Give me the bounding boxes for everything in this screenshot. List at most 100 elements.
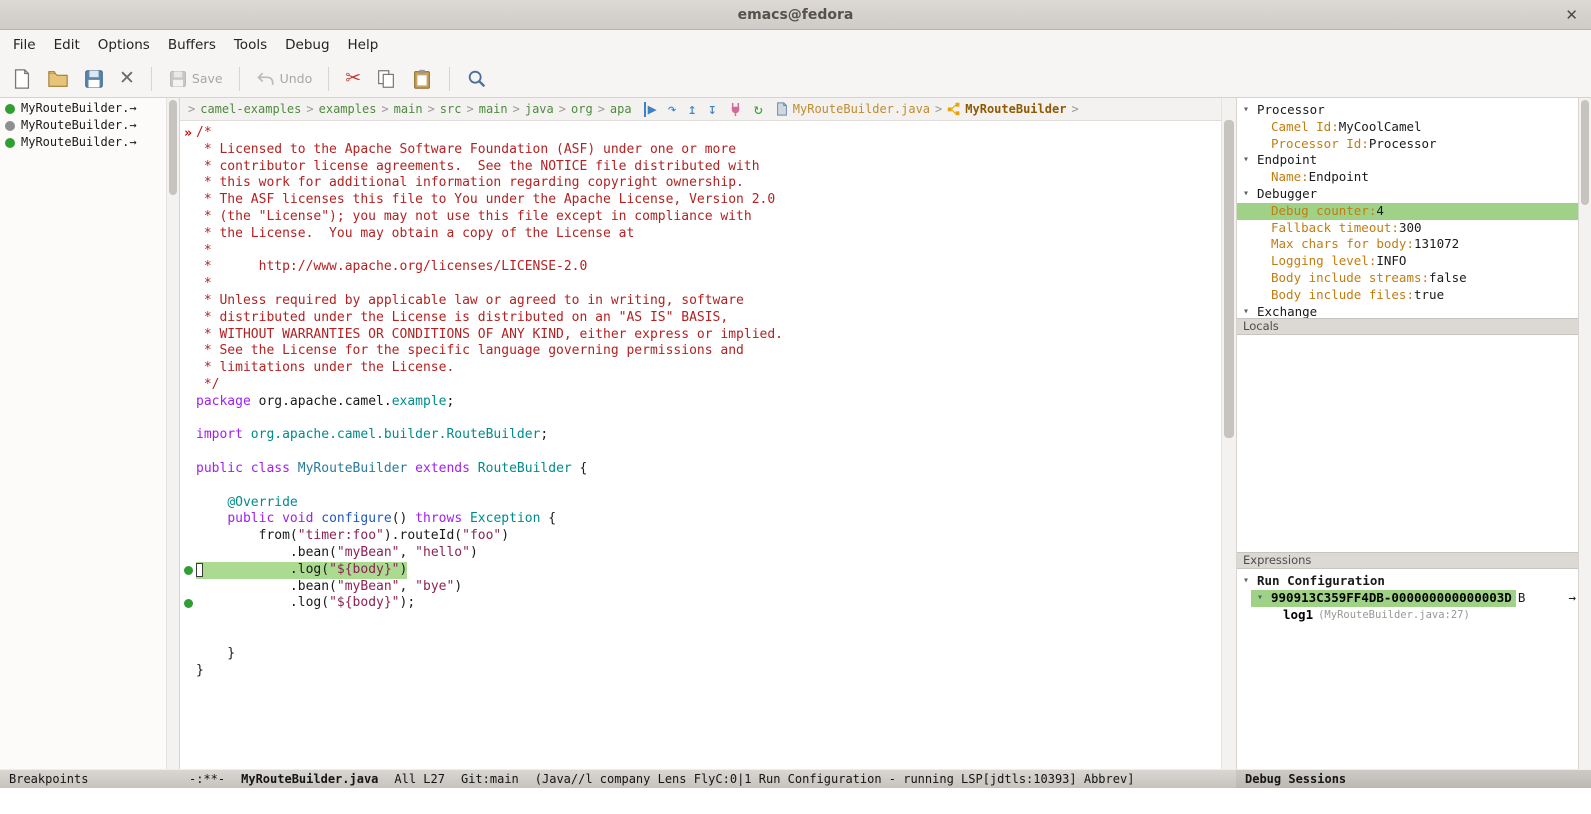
step-over-icon[interactable]: ↷ [668,102,677,117]
breadcrumb-segment[interactable]: apa [610,102,632,116]
scrollbar-thumb[interactable] [1581,100,1589,205]
tree-node-debugger[interactable]: ▾Debugger [1237,186,1578,203]
undo-button[interactable]: Undo [253,67,316,91]
code-text[interactable]: } [196,646,235,663]
code-line[interactable]: .log("${body}") [180,562,1221,579]
code-line[interactable]: */ [180,377,1221,394]
code-text[interactable]: * [196,276,212,293]
collapse-caret-icon[interactable]: ▾ [1243,152,1254,169]
code-line[interactable]: package org.apache.camel.example; [180,394,1221,411]
debug-sessions-header[interactable]: Debug Sessions [1236,769,1591,788]
session-details-tree[interactable]: ▾ProcessorCamel Id: MyCoolCamelProcessor… [1237,98,1578,318]
collapse-caret-icon[interactable]: ▾ [1243,186,1254,203]
code-line[interactable] [180,411,1221,428]
code-text[interactable]: public class MyRouteBuilder extends Rout… [196,461,587,478]
breakpoint-list-item[interactable]: MyRouteBuilder.→ [0,100,166,117]
titlebar[interactable]: emacs@fedora ✕ [0,0,1591,30]
modeline-modes[interactable]: (Java//l company Lens FlyC:0|1 Run Confi… [535,770,1135,788]
breadcrumb-symbol-segment[interactable]: MyRouteBuilder [947,102,1066,116]
code-line[interactable]: »/* [180,125,1221,142]
save-button[interactable]: Save [165,67,226,91]
code-line[interactable]: * the License. You may obtain a copy of … [180,226,1221,243]
collapse-caret-icon[interactable]: ▾ [1257,590,1268,607]
code-text[interactable]: /* [196,125,212,142]
code-text[interactable]: * http://www.apache.org/licenses/LICENSE… [196,259,587,276]
code-line[interactable]: * [180,276,1221,293]
code-text[interactable]: * (the "License"); you may not use this … [196,209,752,226]
code-line[interactable] [180,478,1221,495]
tree-field-row[interactable]: Name: Endpoint [1237,169,1578,186]
code-text[interactable]: * limitations under the License. [196,360,454,377]
breakpoint-dot-icon[interactable] [184,599,193,608]
collapse-caret-icon[interactable]: ▾ [1243,102,1254,119]
code-line[interactable]: @Override [180,495,1221,512]
close-buffer-button[interactable]: ✕ [116,67,138,90]
code-line[interactable]: public class MyRouteBuilder extends Rout… [180,461,1221,478]
code-line[interactable]: * (the "License"); you may not use this … [180,209,1221,226]
restart-icon[interactable]: ↻ [754,102,763,117]
code-text[interactable]: package org.apache.camel.example; [196,394,454,411]
code-text[interactable]: */ [196,377,219,394]
code-line[interactable]: * this work for additional information r… [180,175,1221,192]
tree-field-row[interactable]: Debug counter: 4 [1237,203,1578,220]
tree-node-endpoint[interactable]: ▾Endpoint [1237,152,1578,169]
code-line[interactable]: * WITHOUT WARRANTIES OR CONDITIONS OF AN… [180,327,1221,344]
breadcrumb-file-segment[interactable]: MyRouteBuilder.java [775,102,930,116]
tree-node-run-configuration[interactable]: ▾ Run Configuration [1237,573,1578,590]
code-text[interactable]: * the License. You may obtain a copy of … [196,226,634,243]
code-text[interactable]: * this work for additional information r… [196,175,744,192]
modeline-buffer-name[interactable]: MyRouteBuilder.java [241,770,378,788]
code-text[interactable]: from("timer:foo").routeId("foo") [196,528,509,545]
code-line[interactable]: * Licensed to the Apache Software Founda… [180,142,1221,159]
scrollbar-thumb[interactable] [1224,120,1234,438]
side-panel-scrollbar[interactable] [1578,98,1591,769]
expressions-panel-body[interactable]: ▾ Run Configuration ▾990913C359FF4DB-000… [1237,569,1578,769]
locals-panel-body[interactable] [1237,335,1578,552]
menu-options[interactable]: Options [89,32,159,58]
close-window-icon[interactable]: ✕ [1565,6,1578,24]
code-line[interactable]: * See the License for the specific langu… [180,343,1221,360]
menu-debug[interactable]: Debug [276,32,338,58]
code-text[interactable]: public void configure() throws Exception… [196,511,556,528]
debug-session-row[interactable]: ▾990913C359FF4DB-000000000000003D B → [1237,590,1578,607]
tree-node-exchange[interactable]: ▾Exchange [1237,304,1578,318]
echo-area[interactable] [0,788,1591,814]
code-line[interactable]: from("timer:foo").routeId("foo") [180,528,1221,545]
tree-field-row[interactable]: Processor Id: Processor [1237,136,1578,153]
code-line[interactable]: * contributor license agreements. See th… [180,159,1221,176]
code-text[interactable]: .log("${body}"); [196,595,415,612]
code-line[interactable]: * [180,243,1221,260]
new-file-button[interactable] [8,66,36,92]
tree-field-row[interactable]: Logging level: INFO [1237,253,1578,270]
menu-tools[interactable]: Tools [225,32,276,58]
continue-icon[interactable]: ▶ [644,102,657,117]
tree-field-row[interactable]: Fallback timeout: 300 [1237,220,1578,237]
code-line[interactable]: * limitations under the License. [180,360,1221,377]
code-line[interactable] [180,444,1221,461]
breakpoint-state-icon[interactable] [5,104,15,114]
breadcrumb-segment[interactable]: examples [319,102,377,116]
modeline-vc-branch[interactable]: Git:main [461,770,519,788]
open-file-button[interactable] [44,66,72,92]
code-text[interactable]: * [196,243,212,260]
breakpoints-scrollbar[interactable] [166,98,180,769]
code-line[interactable]: * The ASF licenses this file to You unde… [180,192,1221,209]
code-text[interactable]: * WITHOUT WARRANTIES OR CONDITIONS OF AN… [196,327,783,344]
breadcrumb-segment[interactable]: java [525,102,554,116]
code-text[interactable]: * contributor license agreements. See th… [196,159,760,176]
code-line[interactable]: .bean("myBean", "hello") [180,545,1221,562]
breakpoints-panel[interactable]: MyRouteBuilder.→MyRouteBuilder.→MyRouteB… [0,98,166,769]
code-line[interactable]: public void configure() throws Exception… [180,511,1221,528]
code-buffer[interactable]: »/* * Licensed to the Apache Software Fo… [180,121,1221,769]
code-text[interactable]: * The ASF licenses this file to You unde… [196,192,775,209]
code-text[interactable]: .bean("myBean", "bye") [196,579,462,596]
breadcrumb-segment[interactable]: org [571,102,593,116]
code-text[interactable]: .log("${body}") [196,562,407,579]
tree-field-row[interactable]: Body include files: true [1237,287,1578,304]
breadcrumb-segment[interactable]: camel-examples [200,102,301,116]
code-line[interactable] [180,629,1221,646]
code-text[interactable]: * Licensed to the Apache Software Founda… [196,142,736,159]
step-out-icon[interactable]: ↥ [688,102,697,117]
code-text[interactable]: * Unless required by applicable law or a… [196,293,744,310]
menu-help[interactable]: Help [339,32,388,58]
